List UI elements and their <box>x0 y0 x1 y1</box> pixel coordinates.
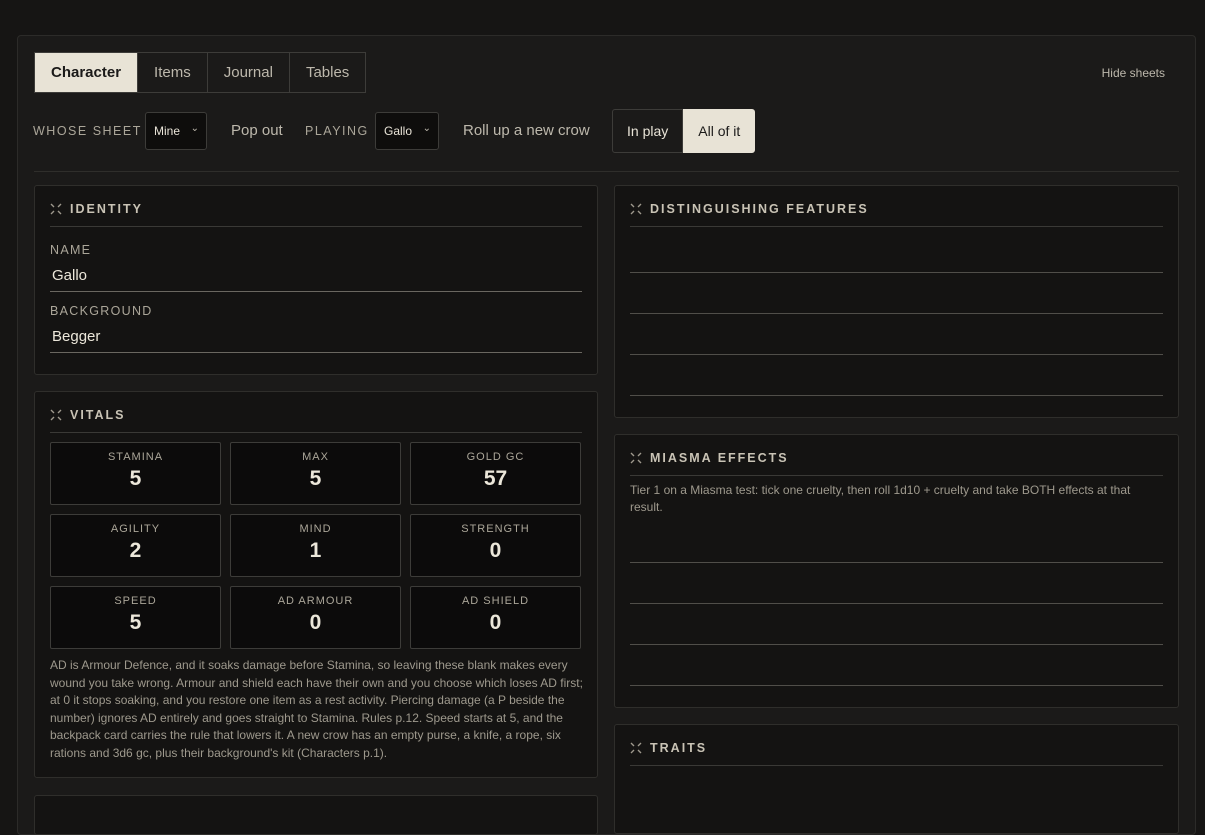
playing-value: Gallo <box>384 124 413 138</box>
tab-items[interactable]: Items <box>138 52 208 93</box>
traits-title: TRAITS <box>650 741 708 755</box>
features-line[interactable] <box>630 354 1163 355</box>
crosshair-icon <box>50 203 62 215</box>
view-in-play-option[interactable]: In play <box>612 109 684 153</box>
stat-label: MAX <box>302 451 329 463</box>
stat-strength[interactable]: STRENGTH 0 <box>410 514 581 577</box>
view-all-option[interactable]: All of it <box>683 109 756 153</box>
chevron-down-icon: ⌄ <box>190 123 199 134</box>
roll-new-crow-button[interactable]: Roll up a new crow <box>463 122 590 139</box>
stat-mind[interactable]: MIND 1 <box>230 514 401 577</box>
stat-gold-gc[interactable]: GOLD GC 57 <box>410 442 581 505</box>
miasma-line[interactable] <box>630 644 1163 645</box>
view-toggle: In play All of it <box>612 109 756 153</box>
stat-agility[interactable]: AGILITY 2 <box>50 514 221 577</box>
tab-bar: Character Items Journal Tables <box>34 52 367 93</box>
identity-header: IDENTITY <box>50 202 582 227</box>
features-line[interactable] <box>630 395 1163 396</box>
stat-ad-shield[interactable]: AD SHIELD 0 <box>410 586 581 649</box>
vitals-header: VITALS <box>50 408 582 433</box>
features-line[interactable] <box>630 272 1163 273</box>
vitals-title: VITALS <box>70 408 126 422</box>
stat-value[interactable]: 0 <box>411 611 580 635</box>
chevron-down-icon: ⌄ <box>422 123 431 134</box>
stat-value[interactable]: 0 <box>231 611 400 635</box>
divider <box>34 171 1179 172</box>
vitals-note: AD is Armour Defence, and it soaks damag… <box>50 658 583 760</box>
background-field[interactable]: Begger <box>50 327 582 353</box>
crosshair-icon <box>50 409 62 421</box>
stat-value[interactable]: 5 <box>51 467 220 491</box>
stat-label: STRENGTH <box>461 523 530 535</box>
playing-select[interactable]: Gallo ⌄ <box>375 112 439 150</box>
whose-sheet-value: Mine <box>154 124 181 138</box>
name-field[interactable]: Gallo <box>50 266 582 292</box>
pop-out-button[interactable]: Pop out <box>231 122 283 139</box>
stat-value[interactable]: 5 <box>51 611 220 635</box>
background-label: BACKGROUND <box>50 304 153 318</box>
crosshair-icon <box>630 203 642 215</box>
playing-label: PLAYING <box>305 124 369 138</box>
identity-panel: IDENTITY NAME Gallo BACKGROUND Begger <box>34 185 598 375</box>
stat-value[interactable]: 57 <box>411 467 580 491</box>
stat-value[interactable]: 2 <box>51 539 220 563</box>
stat-speed[interactable]: SPEED 5 <box>50 586 221 649</box>
miasma-line[interactable] <box>630 685 1163 686</box>
miasma-header: MIASMA EFFECTS <box>630 451 1163 476</box>
whose-sheet-select[interactable]: Mine ⌄ <box>145 112 207 150</box>
miasma-line[interactable] <box>630 603 1163 604</box>
miasma-panel: MIASMA EFFECTS Tier 1 on a Miasma test: … <box>614 434 1179 708</box>
stat-label: STAMINA <box>107 451 164 463</box>
stat-label: AGILITY <box>110 523 161 535</box>
traits-header: TRAITS <box>630 741 1163 766</box>
miasma-text: Tier 1 on a Miasma test: tick one cruelt… <box>630 483 1131 514</box>
crosshair-icon <box>630 742 642 754</box>
features-panel: DISTINGUISHING FEATURES <box>614 185 1179 418</box>
hide-sheets-button[interactable]: Hide sheets <box>1102 66 1165 80</box>
tab-tables[interactable]: Tables <box>289 52 367 93</box>
stat-label: SPEED <box>114 595 157 607</box>
stat-label: MIND <box>299 523 332 535</box>
whose-sheet-label: WHOSE SHEET <box>33 124 142 138</box>
tab-journal[interactable]: Journal <box>207 52 290 93</box>
identity-title: IDENTITY <box>70 202 143 216</box>
stat-label: GOLD GC <box>466 451 525 463</box>
stat-label: AD ARMOUR <box>277 595 354 607</box>
stat-value[interactable]: 0 <box>411 539 580 563</box>
stat-max[interactable]: MAX 5 <box>230 442 401 505</box>
features-header: DISTINGUISHING FEATURES <box>630 202 1163 227</box>
name-label: NAME <box>50 243 92 257</box>
vitals-panel: VITALS STAMINA 5 MAX 5 GOLD GC 57 AGILITY 2 MIND… <box>34 391 598 778</box>
next-panel <box>34 795 598 835</box>
stat-label: AD SHIELD <box>461 595 530 607</box>
features-title: DISTINGUISHING FEATURES <box>650 202 869 216</box>
stat-stamina[interactable]: STAMINA 5 <box>50 442 221 505</box>
stat-value[interactable]: 1 <box>231 539 400 563</box>
tab-character[interactable]: Character <box>34 52 139 93</box>
traits-panel: TRAITS <box>614 724 1179 834</box>
miasma-line[interactable] <box>630 562 1163 563</box>
miasma-title: MIASMA EFFECTS <box>650 451 789 465</box>
stat-ad-armour[interactable]: AD ARMOUR 0 <box>230 586 401 649</box>
crosshair-icon <box>630 452 642 464</box>
stat-value[interactable]: 5 <box>231 467 400 491</box>
features-line[interactable] <box>630 313 1163 314</box>
